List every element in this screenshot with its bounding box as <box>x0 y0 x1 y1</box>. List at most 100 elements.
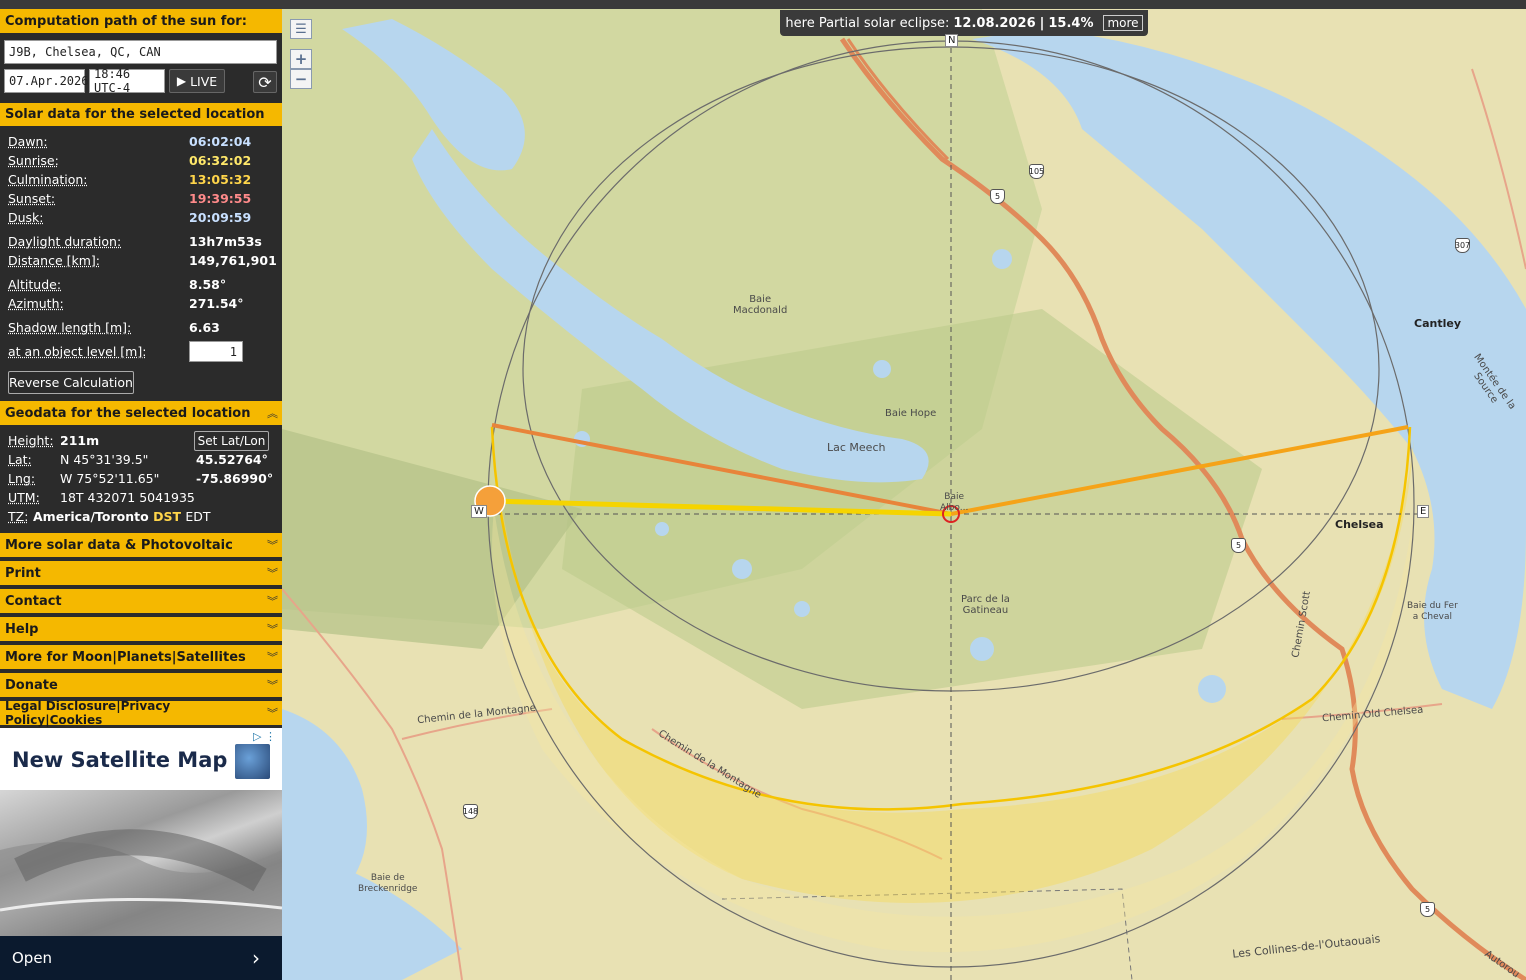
zoom-in-button[interactable]: + <box>290 49 312 69</box>
live-label: LIVE <box>190 73 218 89</box>
collapse-icon[interactable]: ︽ <box>267 405 278 421</box>
ad-panel[interactable]: ▷ ⋮ New Satellite Map Open › <box>0 728 282 980</box>
place-baie-breckenridge: Baie de Breckenridge <box>358 873 418 894</box>
panel-title-text: Computation path of the sun for: <box>5 13 247 29</box>
solar-row-value: 13:05:32 <box>189 172 252 187</box>
menu-item[interactable]: More for Moon|Planets|Satellites ︾ <box>0 645 282 669</box>
panel-title: Computation path of the sun for: <box>0 9 282 33</box>
expand-icon: ︾ <box>267 539 278 552</box>
map-svg[interactable] <box>282 9 1526 980</box>
object-level-label: at an object level [m]: <box>8 344 147 359</box>
menu-item-label: More for Moon|Planets|Satellites <box>5 649 246 665</box>
city-3d-image <box>0 790 282 936</box>
height-value: 211m <box>60 433 100 448</box>
lng-dms: W 75°52'11.65" <box>60 471 160 486</box>
object-level-input[interactable]: 1 <box>189 341 243 362</box>
expand-icon: ︾ <box>267 707 278 720</box>
solar-data-header[interactable]: Solar data for the selected location <box>0 103 282 126</box>
utm-value: 18T 432071 5041935 <box>60 490 195 505</box>
open-button[interactable]: Open › <box>0 936 282 980</box>
place-baie-macdonald: Baie Macdonald <box>733 294 788 316</box>
ad-choices-icon[interactable]: ▷ ⋮ <box>253 730 276 743</box>
open-label: Open <box>12 949 53 967</box>
tz-dst: DST <box>153 509 181 524</box>
menu-item-label: Legal Disclosure|Privacy Policy|Cookies <box>5 699 171 727</box>
eclipse-separator: | <box>1039 15 1045 31</box>
layers-menu-icon[interactable]: ☰ <box>290 19 312 39</box>
eclipse-date: 12.08.2026 <box>953 15 1036 31</box>
compass-north: N <box>945 34 959 47</box>
utm-label: UTM: <box>8 490 40 505</box>
solar-row-label: Dusk: <box>8 210 44 225</box>
eclipse-prefix: here Partial solar eclipse: <box>785 15 950 31</box>
eclipse-percent: 15.4% <box>1048 15 1094 31</box>
place-parc-gatineau: Parc de la Gatineau <box>961 594 1010 616</box>
tz-value: America/Toronto DST EDT <box>33 509 211 524</box>
solar-row-label: Shadow length [m]: <box>8 320 132 335</box>
place-baie-du-fer: Baie du Fer a Cheval <box>1407 601 1458 622</box>
play-icon: ▶ <box>176 74 187 88</box>
eclipse-more-button[interactable]: more <box>1103 15 1143 31</box>
menu-item-label: Print <box>5 565 41 581</box>
route-5-shield-b: 5 <box>1231 538 1246 553</box>
lng-decimal: -75.86990° <box>196 471 274 486</box>
solar-row-label: Dawn: <box>8 134 48 149</box>
tz-label: TZ: <box>8 509 29 524</box>
compass-west: W <box>471 505 487 518</box>
menu-item[interactable]: Help ︾ <box>0 617 282 641</box>
solar-row-value: 271.54° <box>189 296 244 311</box>
menu-item-label: Help <box>5 621 39 637</box>
route-148-shield: 148 <box>463 804 478 819</box>
menu-item[interactable]: More solar data & Photovoltaic ︾ <box>0 533 282 557</box>
place-baie-hope: Baie Hope <box>885 408 937 419</box>
lat-dms: N 45°31'39.5" <box>60 452 149 467</box>
tz-abbr: EDT <box>185 509 211 524</box>
solar-row-value: 06:02:04 <box>189 134 252 149</box>
menu-item[interactable]: Donate ︾ <box>0 673 282 697</box>
solar-row-label: Distance [km]: <box>8 253 101 268</box>
map-canvas[interactable]: ☰ + − here Partial solar eclipse: 12.08.… <box>282 9 1526 980</box>
solar-row-value: 19:39:55 <box>189 191 252 206</box>
solar-row-label: Daylight duration: <box>8 234 122 249</box>
solar-data-title: Solar data for the selected location <box>5 107 265 122</box>
top-bar <box>0 0 1526 9</box>
height-label: Height: <box>8 433 54 448</box>
compass-east: E <box>1417 505 1430 518</box>
expand-icon: ︾ <box>267 651 278 664</box>
solar-row-label: Azimuth: <box>8 296 64 311</box>
ad-title[interactable]: New Satellite Map <box>12 748 227 772</box>
geodata-title: Geodata for the selected location <box>5 405 251 421</box>
time-input[interactable]: 18:46 UTC-4 <box>89 67 165 95</box>
live-button[interactable]: ▶ LIVE <box>169 69 225 93</box>
menu-item[interactable]: Print ︾ <box>0 561 282 585</box>
place-chelsea: Chelsea <box>1335 518 1384 531</box>
expand-icon: ︾ <box>267 623 278 636</box>
solar-row-value: 06:32:02 <box>189 153 252 168</box>
date-input[interactable]: 07.Apr.2026 <box>4 69 88 93</box>
expand-icon: ︾ <box>267 567 278 580</box>
route-5-shield-c: 5 <box>1420 902 1435 917</box>
solar-row-value: 20:09:59 <box>189 210 252 225</box>
place-lac-meech: Lac Meech <box>827 441 886 454</box>
city-svg <box>0 829 282 936</box>
place-baie-center: Baie Albo... <box>940 492 969 513</box>
set-latlon-button[interactable]: Set Lat/Lon <box>194 431 269 451</box>
lat-decimal: 45.52764° <box>196 452 268 467</box>
menu-item[interactable]: Contact ︾ <box>0 589 282 613</box>
route-5-shield-a: 5 <box>990 189 1005 204</box>
reverse-calculation-button[interactable]: Reverse Calculation <box>8 371 134 394</box>
solar-row-value: 149,761,901 <box>189 253 277 268</box>
route-105-shield: 105 <box>1029 164 1044 179</box>
refresh-icon[interactable]: ⟳ <box>253 71 277 93</box>
zoom-out-button[interactable]: − <box>290 69 312 89</box>
geodata-header[interactable]: Geodata for the selected location ︽ <box>0 401 282 425</box>
menu-item[interactable]: Legal Disclosure|Privacy Policy|Cookies ︾ <box>0 699 282 727</box>
expand-icon: ︾ <box>267 595 278 608</box>
menu-item-label: Contact <box>5 593 62 609</box>
place-cantley: Cantley <box>1414 317 1461 330</box>
location-input[interactable]: J9B, Chelsea, QC, CAN <box>4 40 277 64</box>
earth-thumbnail <box>235 744 270 779</box>
tz-name: America/Toronto <box>33 509 149 524</box>
solar-row-label: Culmination: <box>8 172 88 187</box>
expand-icon: ︾ <box>267 679 278 692</box>
